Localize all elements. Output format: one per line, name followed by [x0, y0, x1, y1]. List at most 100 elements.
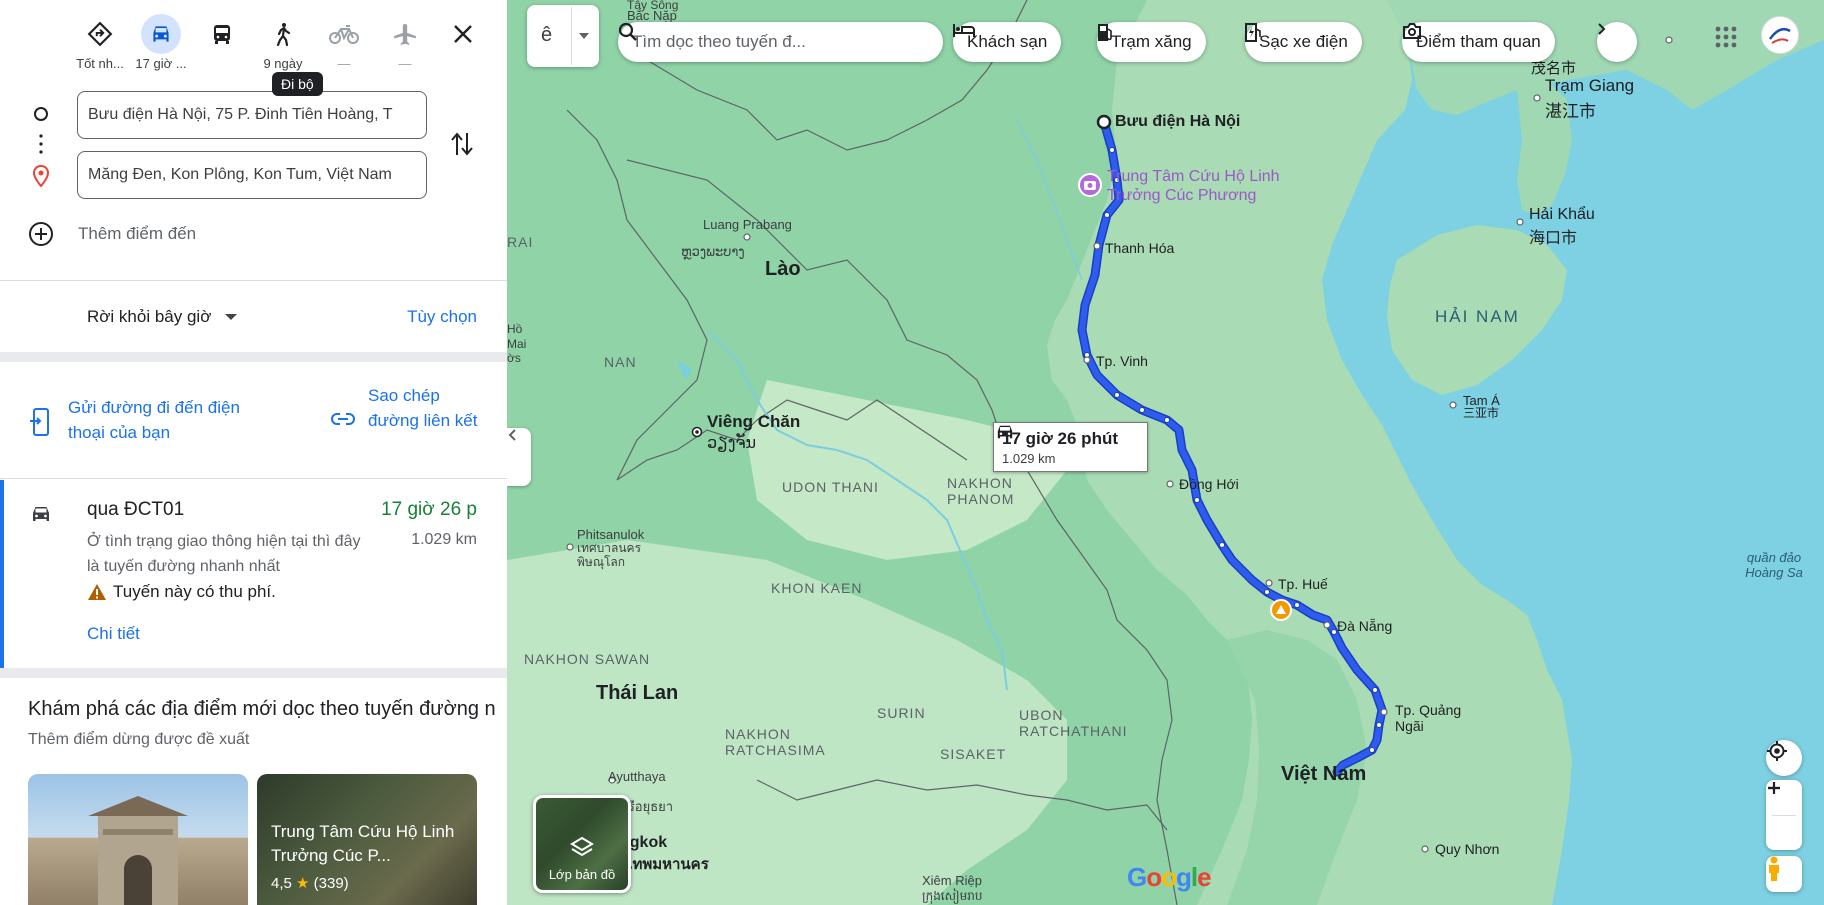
- travel-mode-bar: Tốt nh... 17 giờ ... 9 ngày — —: [70, 14, 490, 74]
- map-label: NAKHON PHANOM: [947, 475, 1015, 507]
- route-info-bubble[interactable]: 17 giờ 26 phút 1.029 km: [993, 422, 1148, 472]
- send-to-phone-button[interactable]: Gửi đường đi đến điện thoại của bạn: [28, 385, 268, 445]
- chip-hotels[interactable]: Khách sạn: [953, 22, 1062, 62]
- mode-flight[interactable]: —: [375, 14, 435, 71]
- more-chips-button[interactable]: [1597, 22, 1637, 62]
- map-label: NAKHON SAWAN: [524, 651, 651, 667]
- map-label: ຫຼວງພະບາງ: [681, 244, 745, 259]
- caret-down-icon: [225, 314, 238, 320]
- search-icon: [618, 22, 637, 41]
- map-label: Thái Lan: [596, 682, 679, 704]
- mode-best-label: Tốt nh...: [76, 56, 124, 71]
- map-label: Quy Nhơn: [1435, 841, 1500, 857]
- divider: [0, 478, 507, 479]
- collapse-panel-button[interactable]: [507, 428, 531, 486]
- search-placeholder: Tìm dọc theo tuyến đ...: [632, 32, 806, 51]
- mode-best[interactable]: Tốt nh...: [70, 14, 130, 71]
- caret-down-icon: [579, 33, 589, 39]
- route-duration: 17 giờ 26 p: [381, 499, 477, 520]
- divider: [0, 280, 507, 281]
- chip-attractions[interactable]: Điểm tham quan: [1402, 22, 1555, 62]
- avatar[interactable]: [1761, 16, 1799, 54]
- toll-warning: Tuyến này có thu phí.: [87, 582, 276, 602]
- map-label: SURIN: [877, 705, 926, 721]
- route-option-card[interactable]: qua ĐCT01 17 giờ 26 p Ở tình trạng giao …: [0, 480, 507, 668]
- map-label: Đà Nẵng: [1337, 618, 1393, 634]
- options-link[interactable]: Tùy chọn: [407, 307, 477, 327]
- mode-cycling[interactable]: —: [314, 14, 374, 71]
- map-label: Phitsanulok: [577, 527, 645, 542]
- chip-label: Sạc xe điện: [1259, 32, 1348, 51]
- selected-indicator: [0, 480, 4, 668]
- map-label: Tp. Quảng Ngãi: [1395, 702, 1462, 734]
- google-logo: Google: [1127, 862, 1212, 892]
- explore-subtitle: Thêm điểm dừng được đề xuất: [28, 731, 250, 748]
- map-label: Trung Tâm Cứu Hộ Linh Trưởng Cúc Phương: [1107, 168, 1280, 204]
- chip-label: Khách sạn: [967, 32, 1048, 51]
- swap-button[interactable]: [450, 130, 474, 163]
- bus-icon: [202, 14, 242, 54]
- add-destination-button[interactable]: Thêm điểm đến: [28, 221, 196, 247]
- mode-transit[interactable]: [192, 14, 252, 56]
- chip-label: Trạm xăng: [1111, 32, 1192, 51]
- suggested-place-card[interactable]: [28, 774, 248, 905]
- mode-walking[interactable]: 9 ngày: [253, 14, 313, 71]
- layers-button[interactable]: Lớp bản đồ: [533, 795, 631, 893]
- camera-icon: [1403, 23, 1421, 39]
- layers-label: Lớp bản đồ: [548, 867, 616, 882]
- map-label: Lào: [765, 258, 801, 280]
- copy-link-label: Sao chép đường liên kết: [368, 386, 478, 430]
- warning-icon: [88, 584, 106, 600]
- origin-input[interactable]: Bưu điện Hà Nội, 75 P. Đinh Tiên Hoàng, …: [77, 91, 427, 139]
- map-type-switch[interactable]: ê: [527, 5, 599, 67]
- section-divider: [0, 352, 507, 362]
- map-canvas[interactable]: Bưu điện Hà Nội Trung Tâm Cứu Hộ Linh Tr…: [507, 0, 1824, 905]
- zoom-controls: [1766, 780, 1802, 850]
- toll-warning-text: Tuyến này có thu phí.: [113, 582, 276, 601]
- map-label: Tp. Huế: [1278, 576, 1328, 592]
- map-label: Viêng Chăn: [707, 412, 801, 431]
- route-distance: 1.029 km: [411, 531, 477, 548]
- avatar-logo: [1768, 28, 1791, 44]
- map-label: Ayutthaya: [608, 769, 666, 784]
- map-label: KHON KAEN: [771, 580, 863, 596]
- map-label: Đồng Hới: [1179, 476, 1239, 492]
- ev-charger-icon: [1245, 23, 1261, 42]
- copy-link-button[interactable]: Sao chép đường liên kết: [330, 383, 488, 433]
- map-label: Thanh Hóa: [1105, 240, 1175, 256]
- mode-driving[interactable]: 17 giờ ...: [131, 14, 191, 71]
- chip-gas[interactable]: Trạm xăng: [1097, 22, 1206, 62]
- directions-panel: Tốt nh... 17 giờ ... 9 ngày — — Đi bộ Bư…: [0, 0, 507, 905]
- mode-flight-label: —: [398, 56, 412, 71]
- map-label: เทศบาลนคร พิษณุโลก: [577, 541, 642, 569]
- map-label: RAI: [507, 234, 534, 250]
- destination-input[interactable]: Măng Đen, Kon Plông, Kon Tum, Việt Nam: [77, 151, 427, 199]
- depart-time-dropdown[interactable]: Rời khỏi bây giờ: [87, 307, 238, 327]
- close-directions-button[interactable]: [433, 14, 493, 54]
- map-label: Xiêm Riệp: [922, 873, 982, 888]
- pegman-icon: [1769, 856, 1779, 881]
- send-to-phone-label: Gửi đường đi đến điện thoại của bạn: [68, 398, 240, 442]
- section-divider: [0, 668, 507, 678]
- map-label: Tp. Vinh: [1096, 353, 1148, 369]
- map-label: ờs: [507, 351, 521, 365]
- route-search-input[interactable]: Tìm dọc theo tuyến đ...: [618, 22, 943, 62]
- add-destination-label: Thêm điểm đến: [78, 224, 197, 243]
- map-label: Bưu điện Hà Nội: [1115, 113, 1241, 130]
- map-label: 海口市: [1529, 230, 1578, 247]
- crosshair-icon: [1767, 741, 1787, 761]
- route-details-link[interactable]: Chi tiết: [87, 624, 140, 644]
- divider: [571, 7, 572, 65]
- explore-title: Khám phá các địa điểm mới dọc theo tuyến…: [28, 698, 496, 720]
- my-location-button[interactable]: [1766, 740, 1802, 776]
- chip-ev-charging[interactable]: Sạc xe điện: [1245, 22, 1362, 62]
- map-label: UDON THANI: [782, 479, 879, 495]
- suggested-place-card[interactable]: Trung Tâm Cứu Hộ Linh Trưởng Cúc P... 4,…: [257, 774, 477, 905]
- route-via: qua ĐCT01: [87, 499, 185, 520]
- star-icon: ★: [296, 875, 310, 892]
- bicycle-icon: [324, 14, 364, 54]
- map-label: HẢI NAM: [1435, 307, 1520, 326]
- mode-cycling-label: —: [337, 56, 351, 71]
- street-view-pegman[interactable]: [1766, 856, 1802, 892]
- car-icon: [141, 14, 181, 54]
